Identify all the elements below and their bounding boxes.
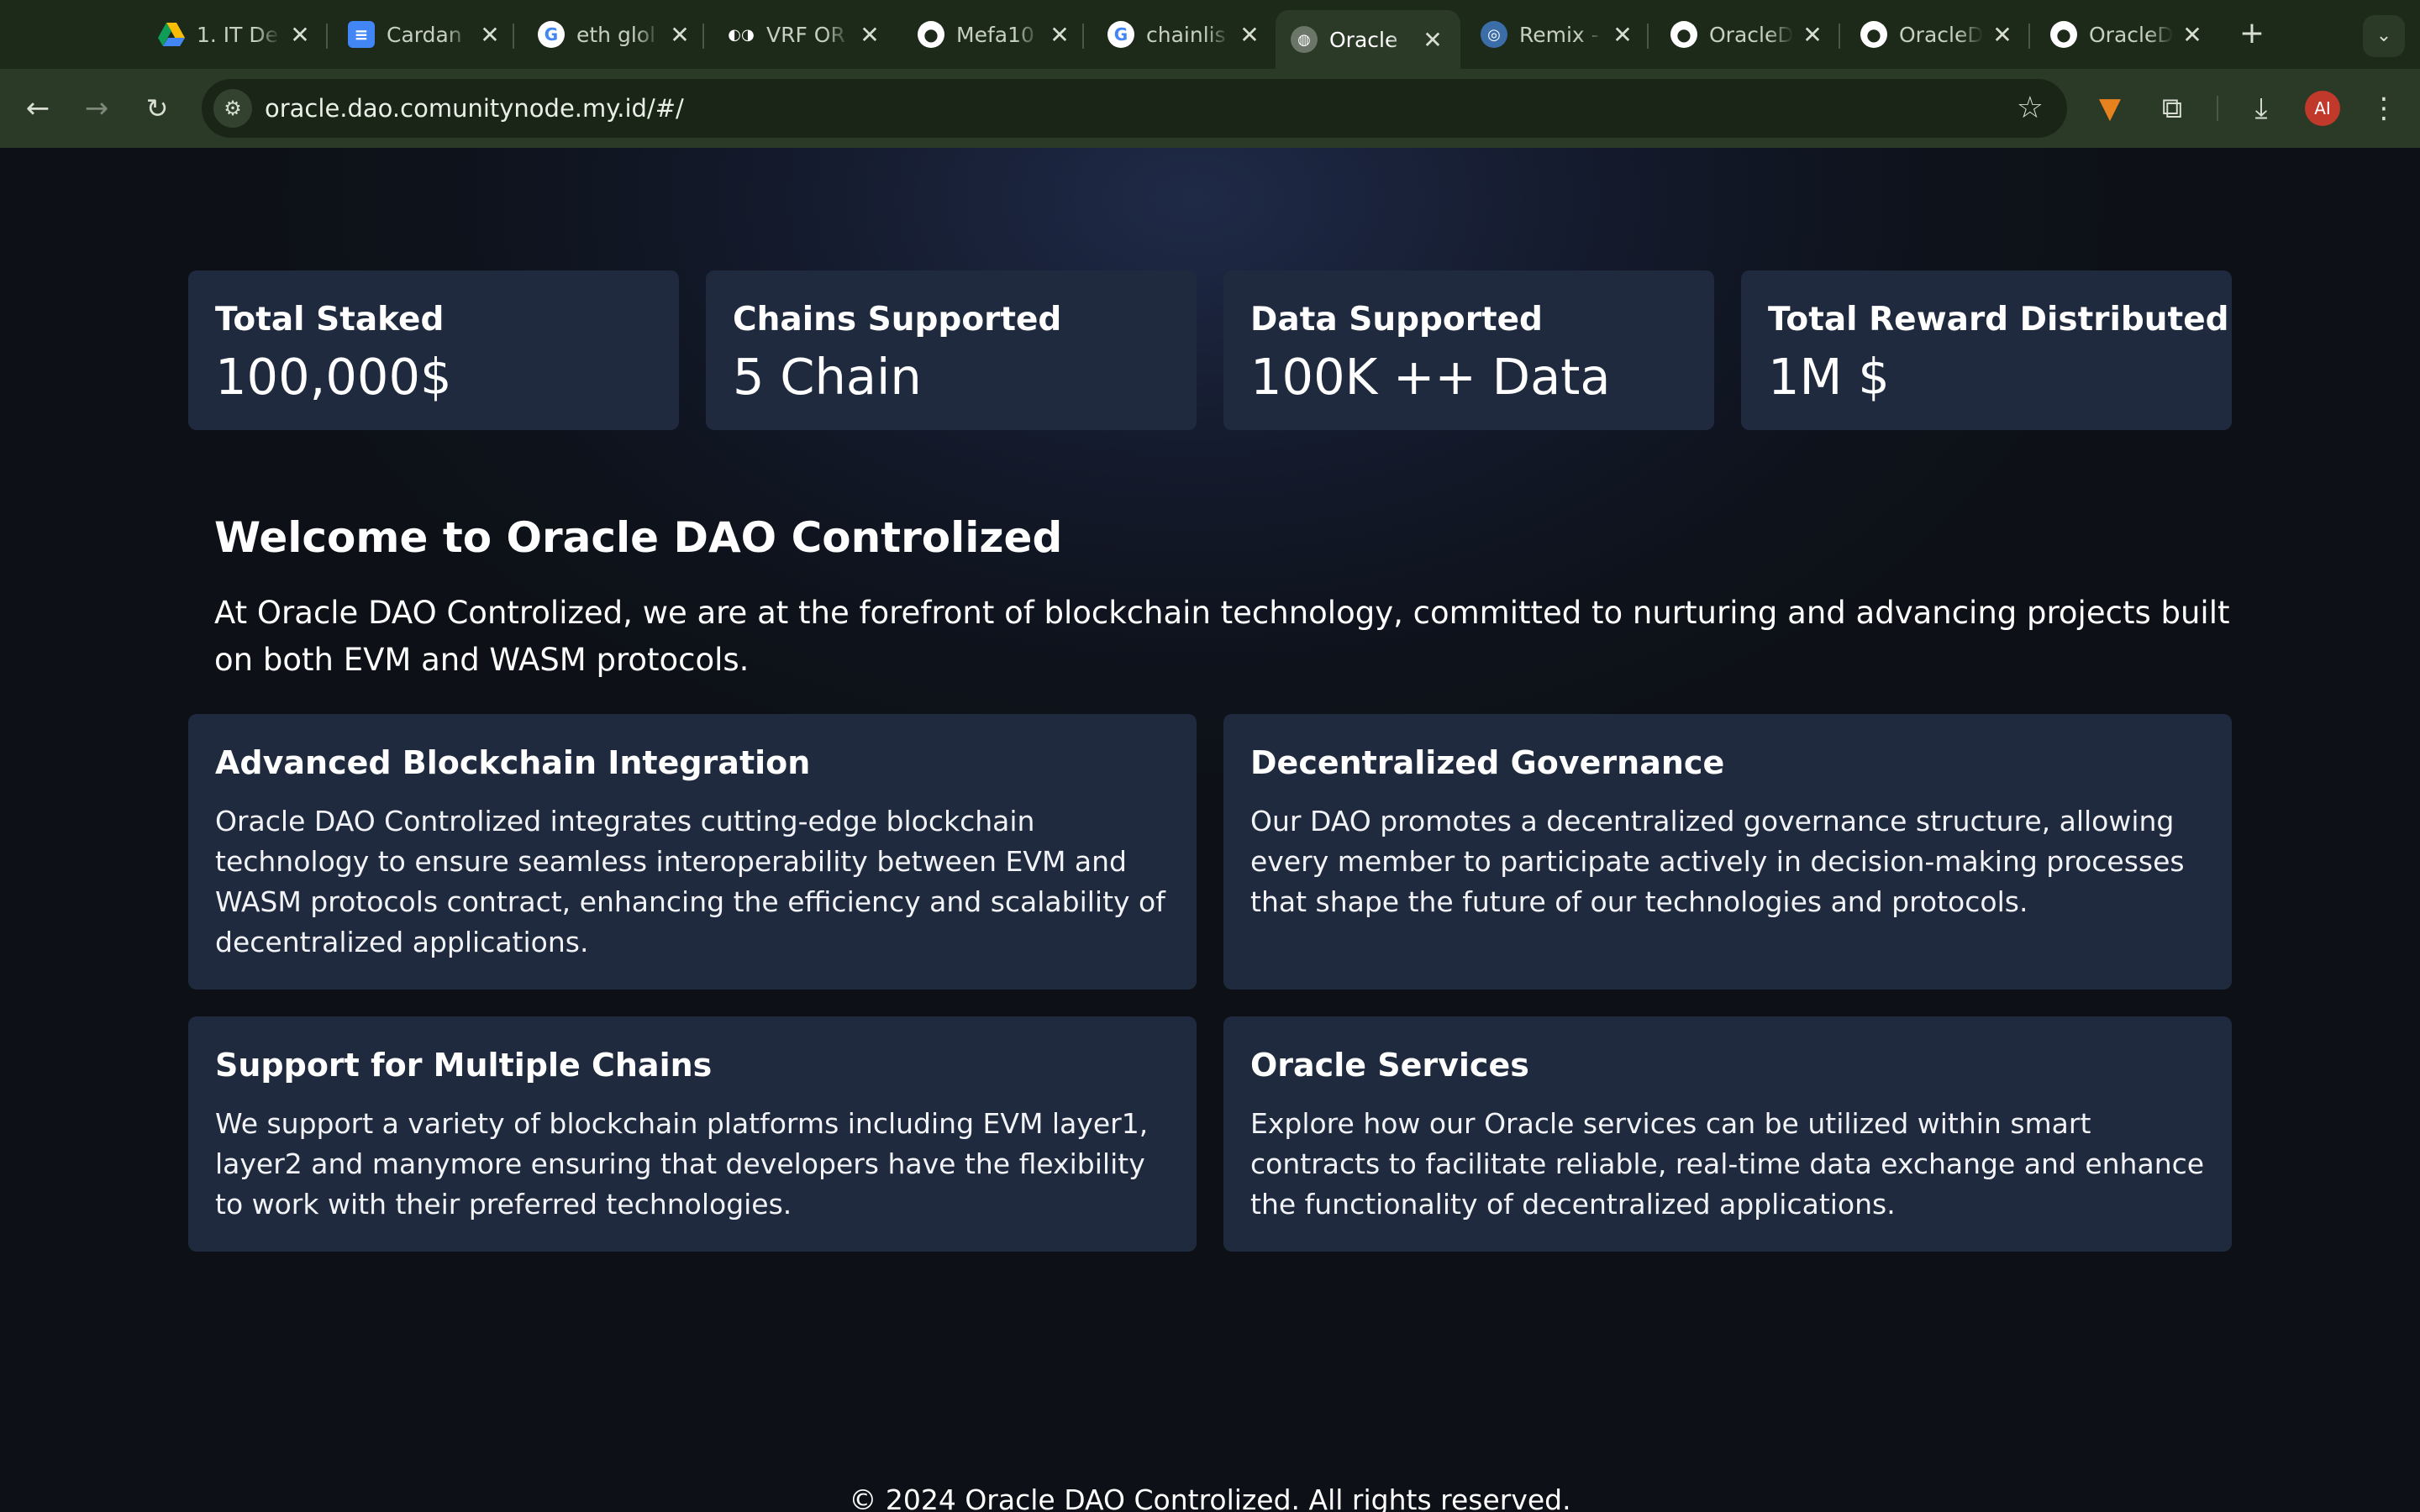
close-icon[interactable]: ✕ [857, 21, 882, 49]
metamask-fox-icon[interactable]: ▼ [2089, 87, 2131, 129]
close-icon[interactable]: ✕ [2180, 21, 2205, 49]
close-icon[interactable]: ✕ [477, 21, 502, 49]
feature-card-blockchain-integration: Advanced Blockchain Integration Oracle D… [188, 714, 1197, 990]
tab-1[interactable]: 1. IT De ✕ [143, 10, 328, 59]
tab-title: OracleD [1899, 22, 1983, 47]
stat-card-total-staked: Total Staked 100,000$ [188, 270, 679, 430]
close-icon[interactable]: ✕ [1990, 21, 2015, 49]
new-tab-button[interactable]: + [2231, 13, 2273, 55]
download-icon[interactable]: ⤓ [2240, 87, 2282, 129]
close-icon[interactable]: ✕ [1237, 21, 1262, 49]
github-icon: ● [1860, 21, 1887, 48]
url-text[interactable]: oracle.dao.comunitynode.my.id/#/ [265, 94, 684, 123]
tab-strip: 1. IT De ✕ ≡ Cardan ✕ G eth glol ✕ ◐◑ VR… [0, 0, 2420, 69]
stat-card-total-reward: Total Reward Distributed 1M $ [1741, 270, 2232, 430]
feature-title: Support for Multiple Chains [215, 1047, 713, 1084]
stat-label: Data Supported [1250, 301, 1543, 339]
tab-title: Remix - [1519, 22, 1599, 47]
tab-9[interactable]: ● OracleD ✕ [1655, 10, 1840, 59]
close-icon[interactable]: ✕ [1800, 21, 1825, 49]
tab-11[interactable]: ● OracleD ✕ [2035, 10, 2220, 59]
extensions-puzzle-icon[interactable]: ⧉ [2151, 87, 2193, 129]
close-icon[interactable]: ✕ [1610, 21, 1635, 49]
feature-text: We support a variety of blockchain platf… [215, 1107, 1149, 1221]
welcome-heading: Welcome to Oracle DAO Controlized [214, 513, 1063, 562]
tab-title: eth glol [576, 22, 656, 47]
google-icon: G [538, 21, 565, 48]
stat-value: 100,000$ [215, 348, 452, 406]
address-bar[interactable]: ⚙ oracle.dao.comunitynode.my.id/#/ ☆ [202, 79, 2067, 138]
menu-kebab-icon[interactable]: ⋮ [2363, 87, 2405, 129]
welcome-paragraph: At Oracle DAO Controlized, we are at the… [214, 595, 2230, 678]
tab-10[interactable]: ● OracleD ✕ [1845, 10, 2030, 59]
tab-title: Cardan [387, 22, 462, 47]
stat-value: 1M $ [1768, 348, 1890, 406]
tab-active[interactable]: ◍ Oracle ✕ [1276, 10, 1460, 69]
tab-8[interactable]: ◎ Remix - ✕ [1465, 10, 1650, 59]
tab-title: chainlis [1146, 22, 1226, 47]
back-arrow-icon[interactable]: ← [18, 89, 57, 128]
reload-icon[interactable]: ↻ [138, 89, 176, 128]
feature-card-governance: Decentralized Governance Our DAO promote… [1223, 714, 2232, 990]
stat-card-chains-supported: Chains Supported 5 Chain [706, 270, 1197, 430]
footer-copyright: © 2024 Oracle DAO Controlized. All right… [849, 1483, 1571, 1512]
tab-title: OracleD [1709, 22, 1793, 47]
feature-title: Advanced Blockchain Integration [215, 744, 811, 781]
tab-title: OracleD [2089, 22, 2173, 47]
bookmark-star-icon[interactable]: ☆ [2017, 91, 2044, 125]
tab-3[interactable]: G eth glol ✕ [523, 10, 708, 59]
globe-icon: ◍ [1291, 26, 1318, 53]
page-content: Total Staked 100,000$ Chains Supported 5… [0, 148, 2420, 1512]
tab-2[interactable]: ≡ Cardan ✕ [333, 10, 518, 59]
close-icon[interactable]: ✕ [1047, 21, 1072, 49]
site-settings-icon[interactable]: ⚙ [213, 89, 252, 128]
feature-card-oracle-services: Oracle Services Explore how our Oracle s… [1223, 1016, 2232, 1252]
google-icon: G [1107, 21, 1134, 48]
tab-title: Oracle [1329, 27, 1398, 52]
tab-search-button[interactable]: ⌄ [2363, 15, 2405, 57]
feature-title: Oracle Services [1250, 1047, 1529, 1084]
tab-title: 1. IT De [197, 22, 279, 47]
close-icon[interactable]: ✕ [1420, 26, 1445, 54]
tab-6[interactable]: G chainlis ✕ [1092, 10, 1277, 59]
github-icon: ● [2050, 21, 2077, 48]
github-icon: ● [918, 21, 944, 48]
profile-avatar[interactable]: AI [2305, 91, 2340, 126]
browser-toolbar: ← → ↻ ⚙ oracle.dao.comunitynode.my.id/#/… [0, 69, 2420, 148]
tab-title: Mefa10 [956, 22, 1034, 47]
github-icon: ● [1670, 21, 1697, 48]
google-docs-icon: ≡ [348, 21, 375, 48]
close-icon[interactable]: ✕ [667, 21, 692, 49]
feature-title: Decentralized Governance [1250, 744, 1725, 781]
feature-text: Explore how our Oracle services can be u… [1250, 1107, 2205, 1221]
feature-card-multiple-chains: Support for Multiple Chains We support a… [188, 1016, 1197, 1252]
feature-text: Oracle DAO Controlized integrates cuttin… [215, 805, 1165, 958]
tab-4[interactable]: ◐◑ VRF OR ✕ [713, 10, 897, 59]
stat-card-data-supported: Data Supported 100K ++ Data [1223, 270, 1714, 430]
remix-icon: ◎ [1481, 21, 1507, 48]
stat-value: 5 Chain [733, 348, 922, 406]
stat-label: Total Reward Distributed [1768, 301, 2229, 339]
stat-label: Total Staked [215, 301, 445, 339]
google-drive-icon [158, 21, 185, 48]
stat-label: Chains Supported [733, 301, 1062, 339]
feature-text: Our DAO promotes a decentralized governa… [1250, 805, 2185, 918]
tab-title: VRF OR [766, 22, 845, 47]
vrf-icon: ◐◑ [728, 25, 755, 44]
forward-arrow-icon[interactable]: → [77, 89, 116, 128]
stat-value: 100K ++ Data [1250, 348, 1611, 406]
close-icon[interactable]: ✕ [287, 21, 313, 49]
tab-5[interactable]: ● Mefa10 ✕ [902, 10, 1087, 59]
